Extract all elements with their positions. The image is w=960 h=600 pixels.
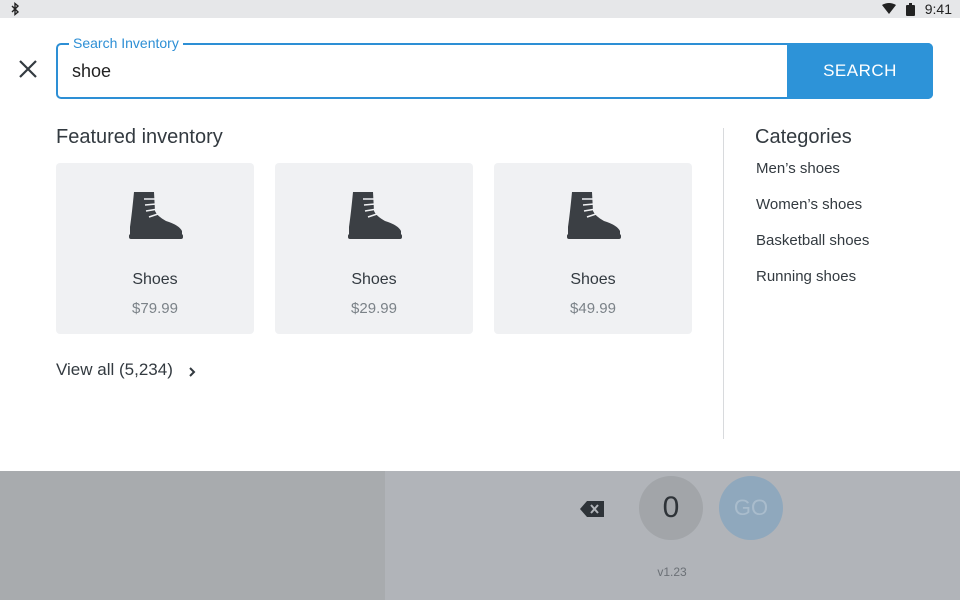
category-item-running-shoes[interactable]: Running shoes <box>756 268 869 304</box>
search-input[interactable] <box>72 57 772 85</box>
search-field: Search Inventory SEARCH <box>56 34 933 99</box>
boot-icon <box>129 192 183 239</box>
product-card[interactable]: Shoes $49.99 <box>494 163 692 334</box>
status-bar: 9:41 <box>0 0 960 18</box>
categories-title: Categories <box>755 126 852 148</box>
category-list: Men’s shoes Women’s shoes Basketball sho… <box>756 160 869 304</box>
product-name: Shoes <box>351 271 397 288</box>
bluetooth-icon <box>11 2 20 16</box>
product-card[interactable]: Shoes $29.99 <box>275 163 473 334</box>
dimmed-panel-left <box>0 471 385 600</box>
chevron-right-icon <box>189 367 196 377</box>
view-all-link[interactable]: View all (5,234) <box>56 360 197 380</box>
battery-icon <box>905 2 915 16</box>
backspace-icon[interactable] <box>579 500 605 518</box>
search-button[interactable]: SEARCH <box>787 43 933 99</box>
close-icon[interactable] <box>16 57 40 81</box>
product-price: $79.99 <box>132 300 178 317</box>
product-card[interactable]: Shoes $79.99 <box>56 163 254 334</box>
boot-icon <box>348 192 402 239</box>
zero-key[interactable]: 0 <box>639 476 703 540</box>
go-button[interactable]: GO <box>719 476 783 540</box>
category-item-basketball-shoes[interactable]: Basketball shoes <box>756 232 869 268</box>
featured-title: Featured inventory <box>56 126 223 148</box>
search-label: Search Inventory <box>69 34 183 52</box>
product-price: $49.99 <box>570 300 616 317</box>
category-item-womens-shoes[interactable]: Women’s shoes <box>756 196 869 232</box>
featured-cards: Shoes $79.99 Shoes $29.99 Shoes $49.99 <box>56 163 692 334</box>
view-all-label: View all (5,234) <box>56 360 173 379</box>
clock: 9:41 <box>924 1 952 17</box>
category-item-mens-shoes[interactable]: Men’s shoes <box>756 160 869 196</box>
wifi-icon <box>881 3 896 14</box>
product-name: Shoes <box>570 271 616 288</box>
product-price: $29.99 <box>351 300 397 317</box>
status-right: 9:41 <box>881 0 952 18</box>
boot-icon <box>567 192 621 239</box>
product-name: Shoes <box>132 271 178 288</box>
version-label: v1.23 <box>657 565 687 579</box>
divider <box>723 128 724 439</box>
